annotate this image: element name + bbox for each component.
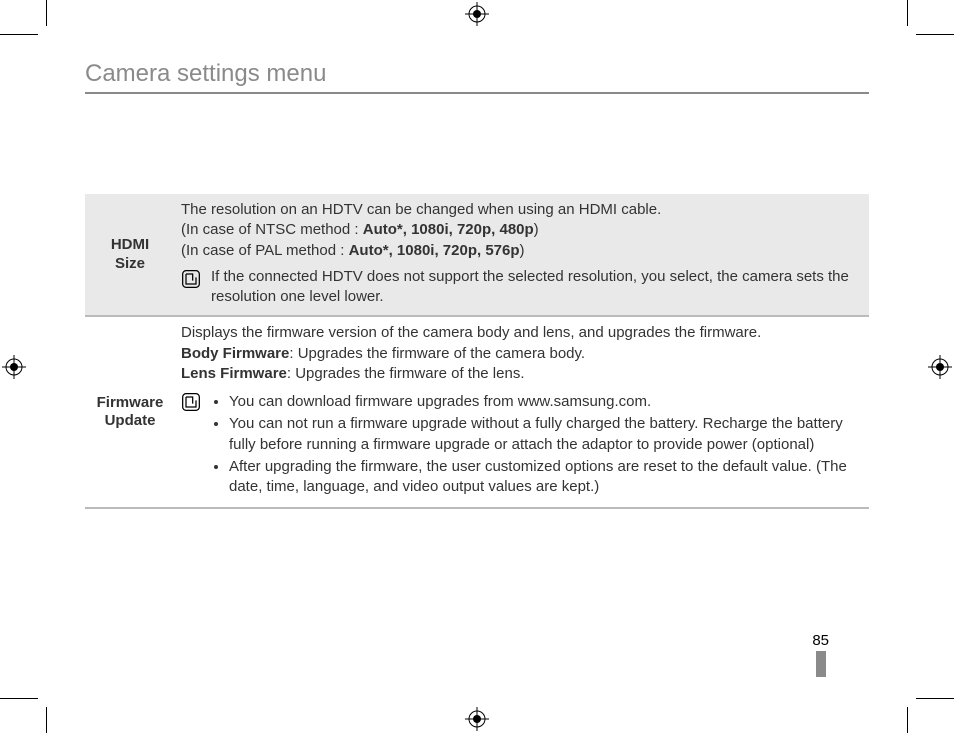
page-title: Camera settings menu <box>85 60 869 94</box>
crop-mark <box>0 698 38 699</box>
body-text: Body Firmware: Upgrades the firmware of … <box>181 344 863 364</box>
table-row: HDMI Size The resolution on an HDTV can … <box>85 194 869 316</box>
body-text: Displays the firmware version of the cam… <box>181 323 863 343</box>
note-icon <box>181 392 201 418</box>
text-span: : Upgrades the firmware of the camera bo… <box>289 345 585 362</box>
row-label-hdmi-size: HDMI Size <box>85 194 175 316</box>
page-number-bar <box>816 651 826 677</box>
text-span: ) <box>520 242 525 259</box>
body-text: (In case of PAL method : Auto*, 1080i, 7… <box>181 241 863 261</box>
crop-mark <box>907 707 908 733</box>
text-bold: Lens Firmware <box>181 365 287 382</box>
table-row: Firmware Update Displays the firmware ve… <box>85 316 869 508</box>
crop-mark <box>46 707 47 733</box>
text-span: ) <box>534 221 539 238</box>
crop-mark <box>907 0 908 26</box>
settings-table: HDMI Size The resolution on an HDTV can … <box>85 194 869 509</box>
row-content: The resolution on an HDTV can be changed… <box>175 194 869 316</box>
list-item: After upgrading the firmware, the user c… <box>229 457 863 498</box>
label-text: Size <box>115 255 145 272</box>
note-text: If the connected HDTV does not support t… <box>211 267 863 308</box>
text-bold: Body Firmware <box>181 345 289 362</box>
text-bold: Auto*, 1080i, 720p, 480p <box>363 221 534 238</box>
crop-mark <box>46 0 47 26</box>
note: You can download firmware upgrades from … <box>181 390 863 499</box>
label-text: HDMI <box>111 236 149 253</box>
body-text: The resolution on an HDTV can be changed… <box>181 200 863 220</box>
crop-mark <box>916 34 954 35</box>
text-span: (In case of NTSC method : <box>181 221 363 238</box>
list-item: You can not run a firmware upgrade witho… <box>229 414 863 455</box>
row-content: Displays the firmware version of the cam… <box>175 316 869 508</box>
text-bold: Auto*, 1080i, 720p, 576p <box>349 242 520 259</box>
body-text: Lens Firmware: Upgrades the firmware of … <box>181 364 863 384</box>
note: If the connected HDTV does not support t… <box>181 267 863 308</box>
note-icon <box>181 269 201 295</box>
registration-mark-icon <box>928 355 952 379</box>
page-content: Camera settings menu HDMI Size The resol… <box>85 60 869 509</box>
page-number-text: 85 <box>812 632 829 649</box>
bullet-list: You can download firmware upgrades from … <box>211 392 863 497</box>
crop-mark <box>0 34 38 35</box>
page-number: 85 <box>812 632 829 677</box>
label-text: Update <box>105 412 156 429</box>
label-text: Firmware <box>97 394 164 411</box>
registration-mark-icon <box>465 707 489 731</box>
crop-mark <box>916 698 954 699</box>
registration-mark-icon <box>2 355 26 379</box>
row-label-firmware-update: Firmware Update <box>85 316 175 508</box>
text-span: (In case of PAL method : <box>181 242 349 259</box>
text-span: : Upgrades the firmware of the lens. <box>287 365 525 382</box>
note-text: You can download firmware upgrades from … <box>211 390 863 499</box>
registration-mark-icon <box>465 2 489 26</box>
body-text: (In case of NTSC method : Auto*, 1080i, … <box>181 220 863 240</box>
list-item: You can download firmware upgrades from … <box>229 392 863 412</box>
